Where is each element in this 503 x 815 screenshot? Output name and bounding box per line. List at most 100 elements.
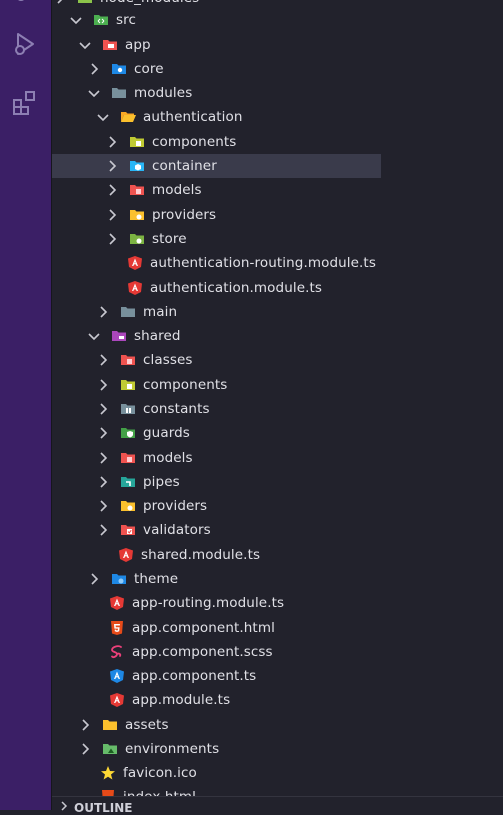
tree-item-label: assets: [125, 717, 169, 733]
tree-item-models[interactable]: models: [52, 178, 381, 202]
tree-item-file[interactable]: favicon.ico: [52, 761, 381, 785]
tree-item-label: shared: [134, 328, 181, 344]
chevron-right-icon: [95, 352, 111, 368]
chevron-right-icon: [86, 61, 102, 77]
tree-item-assets[interactable]: assets: [52, 713, 381, 737]
chevron-right-icon: [104, 207, 120, 223]
chevron-right-icon: [61, 801, 68, 811]
angular-icon: [118, 547, 134, 563]
tree-item-authentication[interactable]: authentication: [52, 105, 381, 129]
chevron-right-icon: [95, 304, 111, 320]
tree-item-main[interactable]: main: [52, 300, 381, 324]
tree-item-label: authentication.module.ts: [150, 280, 323, 296]
tree-item-src[interactable]: src: [52, 8, 381, 32]
tree-item-file[interactable]: authentication.module.ts: [52, 276, 381, 300]
tree-item-models[interactable]: models: [52, 446, 381, 470]
tree-item-app[interactable]: app: [52, 33, 381, 57]
tree-item-file[interactable]: authentication-routing.module.ts: [52, 251, 381, 275]
chevron-right-icon: [104, 182, 120, 198]
tree-item-label: src: [116, 12, 137, 28]
tree-item-label: store: [152, 231, 187, 247]
tree-item-label: components: [143, 377, 228, 393]
tree-item-label: app.component.scss: [132, 644, 273, 660]
tree-item-environments[interactable]: environments: [52, 737, 381, 761]
tree-item-label: authentication: [143, 109, 243, 125]
tree-item-label: providers: [152, 207, 217, 223]
folder-open-icon: [120, 109, 136, 125]
folder-providers-icon: [120, 498, 136, 514]
tree-item-label: guards: [143, 425, 190, 441]
tree-item-container[interactable]: container: [52, 154, 381, 178]
tree-item-label: providers: [143, 498, 208, 514]
tree-item-modules[interactable]: modules: [52, 81, 381, 105]
folder-container-icon: [129, 158, 145, 174]
outline-section-header[interactable]: OUTLINE: [52, 796, 503, 815]
tree-item-providers[interactable]: providers: [52, 203, 381, 227]
chevron-right-icon: [95, 498, 111, 514]
tree-item-label: models: [143, 450, 193, 466]
tree-item-guards[interactable]: guards: [52, 421, 381, 445]
explorer-tree: node_modules src app core modules authen…: [52, 0, 503, 810]
folder-store-icon: [129, 231, 145, 247]
chevron-right-icon: [104, 158, 120, 174]
chevron-down-icon: [95, 109, 111, 125]
tree-item-shared[interactable]: shared: [52, 324, 381, 348]
folder-providers-icon: [129, 207, 145, 223]
tree-item-core[interactable]: core: [52, 57, 381, 81]
folder-guards-icon: [120, 425, 136, 441]
chevron-right-icon: [77, 717, 93, 733]
angular-icon: [127, 255, 143, 271]
folder-components-icon: [120, 377, 136, 393]
folder-environments-icon: [102, 741, 118, 757]
folder-pipes-icon: [120, 474, 136, 490]
tree-item-label: models: [152, 182, 202, 198]
folder-main-icon: [120, 304, 136, 320]
tree-item-file[interactable]: shared.module.ts: [52, 543, 381, 567]
tree-item-classes[interactable]: classes: [52, 348, 381, 372]
extensions-icon[interactable]: [11, 89, 39, 117]
tree-item-label: app.module.ts: [132, 692, 231, 708]
outline-label: OUTLINE: [74, 801, 133, 815]
folder-modules-icon: [111, 85, 127, 101]
tree-item-theme[interactable]: theme: [52, 567, 381, 591]
folder-models-icon: [120, 450, 136, 466]
angular-component-icon: [109, 668, 125, 684]
chevron-right-icon: [104, 134, 120, 150]
tree-item-constants[interactable]: constants: [52, 397, 381, 421]
chevron-right-icon: [95, 377, 111, 393]
run-debug-icon[interactable]: [11, 30, 39, 58]
tree-item-components[interactable]: components: [52, 373, 381, 397]
folder-core-icon: [111, 61, 127, 77]
tree-item-label: environments: [125, 741, 220, 757]
folder-constants-icon: [120, 401, 136, 417]
tree-item-file[interactable]: app.component.scss: [52, 640, 381, 664]
tree-item-validators[interactable]: validators: [52, 518, 381, 542]
tree-item-pipes[interactable]: pipes: [52, 470, 381, 494]
tree-item-label: container: [152, 158, 217, 174]
tree-item-store[interactable]: store: [52, 227, 381, 251]
chevron-right-icon: [95, 425, 111, 441]
sass-icon: [109, 644, 125, 660]
tree-item-label: pipes: [143, 474, 180, 490]
tree-item-file[interactable]: app.component.html: [52, 616, 381, 640]
folder-components-icon: [129, 134, 145, 150]
tree-item-file[interactable]: app.component.ts: [52, 664, 381, 688]
star-icon: [100, 765, 116, 781]
tree-item-components[interactable]: components: [52, 130, 381, 154]
source-control-icon[interactable]: [11, 0, 39, 14]
folder-models-icon: [129, 182, 145, 198]
chevron-down-icon: [77, 37, 93, 53]
tree-item-file[interactable]: app-routing.module.ts: [52, 591, 381, 615]
tree-item-file[interactable]: app.module.ts: [52, 688, 381, 712]
tree-item-label: app-routing.module.ts: [132, 595, 285, 611]
tree-item-label: favicon.ico: [123, 765, 197, 781]
angular-icon: [109, 595, 125, 611]
chevron-down-icon: [86, 328, 102, 344]
chevron-right-icon: [95, 522, 111, 538]
folder-node-icon: [77, 0, 93, 6]
folder-validators-icon: [120, 522, 136, 538]
chevron-right-icon: [77, 741, 93, 757]
angular-icon: [109, 692, 125, 708]
tree-item-providers[interactable]: providers: [52, 494, 381, 518]
folder-src-icon: [93, 12, 109, 28]
